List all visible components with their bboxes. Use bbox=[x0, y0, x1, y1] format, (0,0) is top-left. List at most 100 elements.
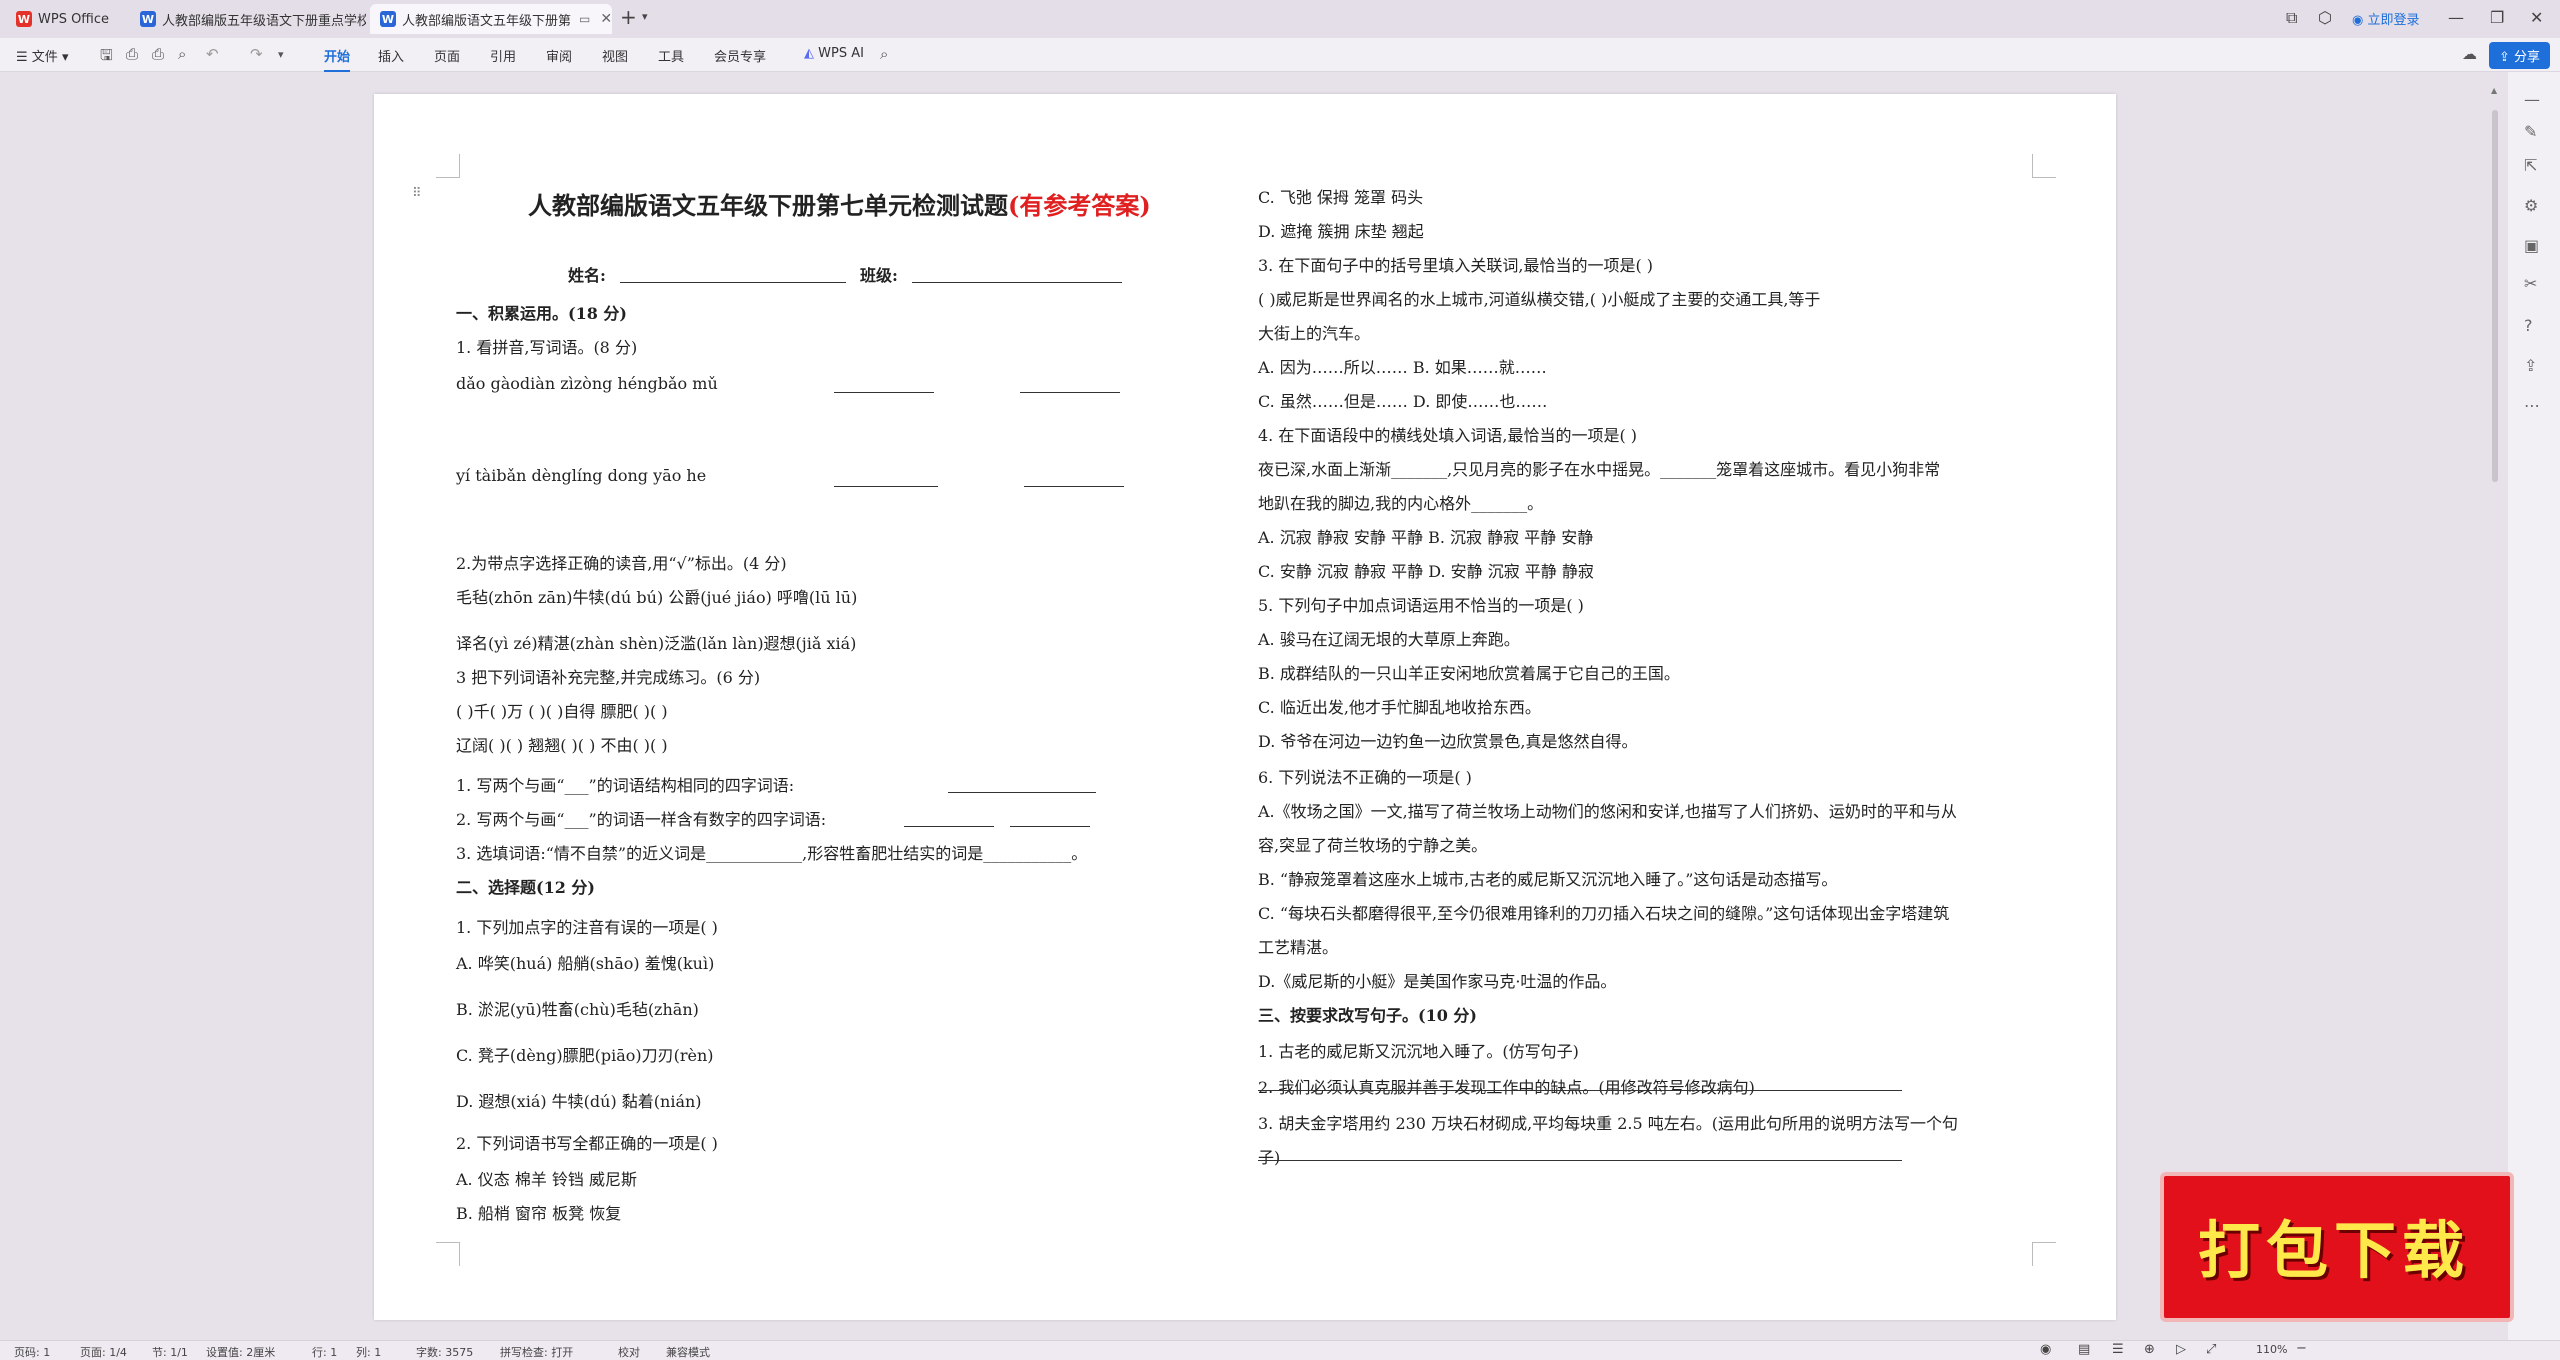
menu-start[interactable]: 开始 bbox=[324, 46, 351, 72]
undo-icon[interactable]: ↶ bbox=[206, 45, 219, 63]
close-icon[interactable]: ✕ bbox=[600, 11, 612, 27]
play-icon[interactable]: ▷ bbox=[2176, 1342, 2186, 1357]
left-line-13[interactable]: 二、选择题(12 分) bbox=[456, 874, 595, 898]
left-line-19[interactable]: 2. 下列词语书写全都正确的一项是( ) bbox=[456, 1130, 718, 1154]
answer-blank[interactable] bbox=[834, 392, 934, 393]
tools-icon[interactable]: ✂ bbox=[2524, 274, 2537, 293]
right-line-23[interactable]: D.《威尼斯的小艇》是美国作家马克·吐温的作品。 bbox=[1258, 968, 1616, 992]
wps-ai-button[interactable]: ◭ WPS AI bbox=[804, 46, 864, 61]
right-line-7[interactable]: 4. 在下面语段中的横线处填入词语,最恰当的一项是( ) bbox=[1258, 422, 1637, 446]
left-line-3[interactable]: yí tàibǎn dènglíng dong yāo he bbox=[456, 466, 706, 485]
right-line-1[interactable]: D. 遮掩 簇拥 床垫 翘起 bbox=[1258, 218, 1424, 242]
collapse-icon[interactable]: — bbox=[2524, 90, 2540, 109]
help-icon[interactable]: ? bbox=[2524, 316, 2533, 335]
print-preview-icon[interactable]: ⌕ bbox=[178, 45, 186, 63]
chevron-down-icon[interactable]: ▾ bbox=[278, 48, 284, 61]
save-icon[interactable]: 🖫 bbox=[100, 45, 113, 70]
left-line-2[interactable]: dǎo gàodiàn zìzòng héngbǎo mǔ bbox=[456, 374, 718, 393]
eye-icon[interactable]: ◉ bbox=[2040, 1342, 2051, 1357]
right-line-26[interactable]: 2. 我们必须认真克服并善于发现工作中的缺点。(用修改符号修改病句) bbox=[1258, 1074, 1755, 1098]
tab-wps-office[interactable]: W WPS Office bbox=[6, 4, 136, 34]
right-line-9[interactable]: 地趴在我的脚边,我的内心格外_______。 bbox=[1258, 490, 1543, 514]
vertical-scrollbar[interactable]: ▲ bbox=[2488, 80, 2502, 1340]
close-window-icon[interactable]: ✕ bbox=[2530, 8, 2543, 27]
left-line-8[interactable]: ( )千( )万 ( )( )自得 膘肥( )( ) bbox=[456, 698, 668, 722]
left-line-9[interactable]: 辽阔( )( ) 翘翘( )( ) 不由( )( ) bbox=[456, 732, 668, 756]
minimize-icon[interactable]: — bbox=[2448, 8, 2464, 27]
left-line-17[interactable]: C. 凳子(dèng)膘肥(piāo)刀刃(rèn) bbox=[456, 1042, 714, 1066]
right-line-4[interactable]: 大街上的汽车。 bbox=[1258, 320, 1370, 344]
login-button[interactable]: ◉ 立即登录 bbox=[2352, 9, 2420, 28]
right-line-22[interactable]: 工艺精湛。 bbox=[1258, 934, 1338, 958]
zoom-level[interactable]: 110% bbox=[2256, 1343, 2287, 1356]
document-title[interactable]: 人教部编版语文五年级下册第七单元检测试题(有参考答案) bbox=[528, 186, 1151, 221]
status-pages[interactable]: 页面: 1/4 bbox=[80, 1344, 127, 1360]
left-line-7[interactable]: 3 把下列词语补充完整,并完成练习。(6 分) bbox=[456, 664, 760, 688]
left-line-4[interactable]: 2.为带点字选择正确的读音,用“√”标出。(4 分) bbox=[456, 550, 787, 574]
new-tab-icon[interactable]: + bbox=[620, 5, 637, 29]
status-section[interactable]: 节: 1/1 bbox=[152, 1344, 188, 1360]
right-line-0[interactable]: C. 飞弛 保拇 笼罩 码头 bbox=[1258, 184, 1423, 208]
status-spell[interactable]: 拼写检查: 打开 bbox=[500, 1344, 573, 1360]
left-line-11[interactable]: 2. 写两个与画“___”的词语一样含有数字的四字词语: bbox=[456, 806, 826, 830]
edit-icon[interactable]: ✎ bbox=[2524, 122, 2537, 141]
image-icon[interactable]: ▣ bbox=[2524, 236, 2539, 255]
left-line-14[interactable]: 1. 下列加点字的注音有误的一项是( ) bbox=[456, 914, 718, 938]
status-words[interactable]: 字数: 3575 bbox=[416, 1344, 473, 1360]
left-line-21[interactable]: B. 船梢 窗帘 板凳 恢复 bbox=[456, 1200, 621, 1224]
tab-document-2[interactable]: W 人教部编版语文五年级下册第 ▭ ✕ bbox=[370, 4, 612, 34]
left-line-5[interactable]: 毛毡(zhōn zān)牛犊(dú bú) 公爵(jué jiáo) 呼噜(lū… bbox=[456, 584, 857, 608]
drag-handle-icon[interactable]: ⠿ bbox=[412, 186, 422, 201]
answer-blank[interactable] bbox=[834, 486, 938, 487]
menu-page[interactable]: 页面 bbox=[434, 46, 460, 65]
file-menu[interactable]: ☰ 文件 ▾ bbox=[16, 46, 68, 65]
right-line-19[interactable]: 容,突显了荷兰牧场的宁静之美。 bbox=[1258, 832, 1487, 856]
window-icon[interactable]: ⧉ bbox=[2286, 8, 2297, 28]
right-line-18[interactable]: A.《牧场之国》一文,描写了荷兰牧场上动物们的悠闲和安详,也描写了人们挤奶、运奶… bbox=[1258, 798, 1957, 822]
right-line-14[interactable]: B. 成群结队的一只山羊正安闲地欣赏着属于它自己的王国。 bbox=[1258, 660, 1680, 684]
cloud-icon[interactable]: ☁ bbox=[2462, 45, 2477, 63]
search-icon[interactable]: ⌕ bbox=[880, 45, 888, 63]
right-line-25[interactable]: 1. 古老的威尼斯又沉沉地入睡了。(仿写句子) bbox=[1258, 1038, 1579, 1062]
answer-blank[interactable] bbox=[984, 792, 1096, 793]
answer-line[interactable] bbox=[1258, 1160, 1902, 1161]
answer-line[interactable] bbox=[1258, 1090, 1902, 1091]
more-icon[interactable]: ⋯ bbox=[2524, 396, 2540, 415]
left-line-6[interactable]: 译名(yì zé)精湛(zhàn shèn)泛滥(lǎn làn)遐想(jiǎ … bbox=[456, 630, 856, 654]
download-banner[interactable]: 打包下载 bbox=[2160, 1172, 2514, 1322]
answer-blank[interactable] bbox=[1010, 826, 1090, 827]
left-line-20[interactable]: A. 仪态 棉羊 铃铛 威尼斯 bbox=[456, 1166, 637, 1190]
answer-blank[interactable] bbox=[1024, 486, 1124, 487]
right-line-20[interactable]: B. “静寂笼罩着这座水上城市,古老的威尼斯又沉沉地入睡了。”这句话是动态描写。 bbox=[1258, 866, 1837, 890]
menu-reference[interactable]: 引用 bbox=[490, 46, 516, 65]
left-line-1[interactable]: 1. 看拼音,写词语。(8 分) bbox=[456, 334, 637, 358]
right-line-15[interactable]: C. 临近出发,他才手忙脚乱地收拾东西。 bbox=[1258, 694, 1541, 718]
web-icon[interactable]: ⊕ bbox=[2144, 1342, 2155, 1357]
right-line-17[interactable]: 6. 下列说法不正确的一项是( ) bbox=[1258, 764, 1472, 788]
right-line-13[interactable]: A. 骏马在辽阔无垠的大草原上奔跑。 bbox=[1258, 626, 1520, 650]
left-line-18[interactable]: D. 遐想(xiá) 牛犊(dú) 黏着(nián) bbox=[456, 1088, 702, 1112]
status-page[interactable]: 页码: 1 bbox=[14, 1344, 50, 1360]
status-setting[interactable]: 设置值: 2厘米 bbox=[206, 1344, 275, 1360]
right-line-28[interactable]: 子) bbox=[1258, 1144, 1280, 1168]
right-line-21[interactable]: C. “每块石头都磨得很平,至今仍很难用锋利的刀刃插入石块之间的缝隙。”这句话体… bbox=[1258, 900, 1949, 924]
left-line-10[interactable]: 1. 写两个与画“___”的词语结构相同的四字词语: bbox=[456, 772, 794, 796]
right-line-2[interactable]: 3. 在下面句子中的括号里填入关联词,最恰当的一项是( ) bbox=[1258, 252, 1653, 276]
page-view-icon[interactable]: ▤ bbox=[2078, 1342, 2090, 1357]
right-line-6[interactable]: C. 虽然……但是…… D. 即使……也…… bbox=[1258, 388, 1547, 412]
menu-tools[interactable]: 工具 bbox=[658, 46, 684, 65]
answer-blank[interactable] bbox=[1020, 392, 1120, 393]
cube-icon[interactable]: ⬡ bbox=[2318, 8, 2332, 27]
right-line-3[interactable]: ( )威尼斯是世界闻名的水上城市,河道纵横交错,( )小艇成了主要的交通工具,等… bbox=[1258, 286, 1820, 310]
name-blank[interactable] bbox=[620, 282, 846, 283]
right-line-11[interactable]: C. 安静 沉寂 静寂 平静 D. 安静 沉寂 平静 静寂 bbox=[1258, 558, 1594, 582]
left-line-12[interactable]: 3. 选填词语:“情不自禁”的近义词是____________,形容牲畜肥壮结实… bbox=[456, 840, 1087, 864]
right-line-24[interactable]: 三、按要求改写句子。(10 分) bbox=[1258, 1002, 1477, 1026]
chevron-down-icon[interactable]: ▾ bbox=[642, 10, 648, 23]
right-line-10[interactable]: A. 沉寂 静寂 安静 平静 B. 沉寂 静寂 平静 安静 bbox=[1258, 524, 1593, 548]
menu-member[interactable]: 会员专享 bbox=[714, 46, 766, 65]
print-icon[interactable]: ⎙ bbox=[152, 45, 164, 63]
menu-view[interactable]: 视图 bbox=[602, 46, 628, 65]
left-line-15[interactable]: A. 哗笑(huá) 船艄(shāo) 羞愧(kuì) bbox=[456, 950, 714, 974]
right-line-16[interactable]: D. 爷爷在河边一边钓鱼一边欣赏景色,真是悠然自得。 bbox=[1258, 728, 1638, 752]
